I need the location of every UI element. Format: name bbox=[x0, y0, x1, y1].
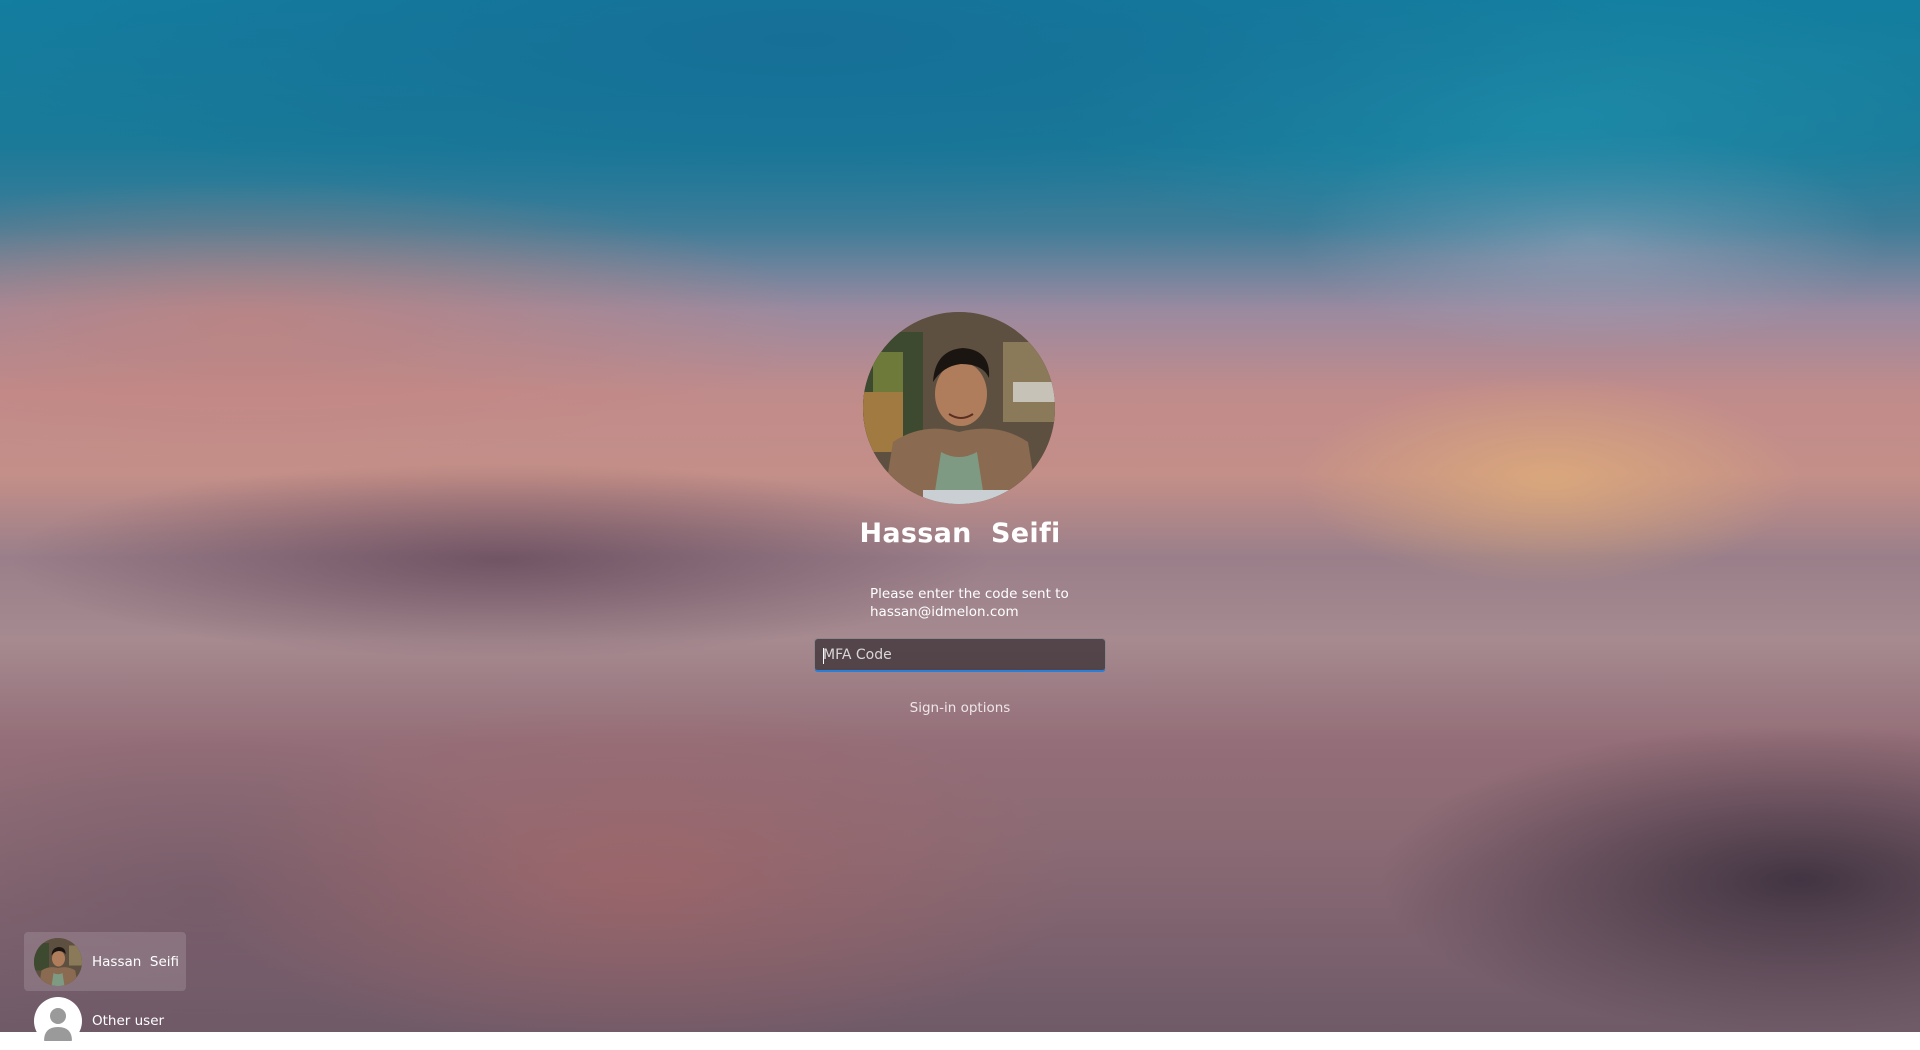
user-switcher-list: Hassan Seifi Other user bbox=[24, 932, 224, 1050]
mfa-prompt-line1: Please enter the code sent to bbox=[870, 586, 1069, 602]
user-avatar-large bbox=[863, 312, 1055, 504]
mfa-prompt-email: hassan@idmelon.com bbox=[870, 604, 1019, 620]
mfa-code-input[interactable] bbox=[815, 639, 1105, 670]
user-item-other-user[interactable]: Other user bbox=[24, 991, 186, 1050]
user-item-hassan-seifi[interactable]: Hassan Seifi bbox=[24, 932, 186, 991]
person-icon bbox=[34, 996, 82, 1045]
mfa-code-field[interactable] bbox=[814, 638, 1106, 672]
sign-in-options-link[interactable]: Sign-in options bbox=[860, 700, 1060, 716]
text-caret bbox=[823, 648, 824, 664]
user-photo-icon bbox=[34, 937, 82, 986]
user-photo-icon bbox=[863, 312, 1055, 504]
sign-in-panel: Hassan Seifi Please enter the code sent … bbox=[0, 0, 1920, 1032]
mfa-prompt: Please enter the code sent to hassan@idm… bbox=[870, 585, 1130, 621]
user-avatar-small bbox=[34, 937, 82, 986]
user-name-title: Hassan Seifi bbox=[859, 518, 1061, 549]
user-item-label: Hassan Seifi bbox=[92, 953, 180, 970]
user-item-label: Other user bbox=[92, 1012, 165, 1029]
